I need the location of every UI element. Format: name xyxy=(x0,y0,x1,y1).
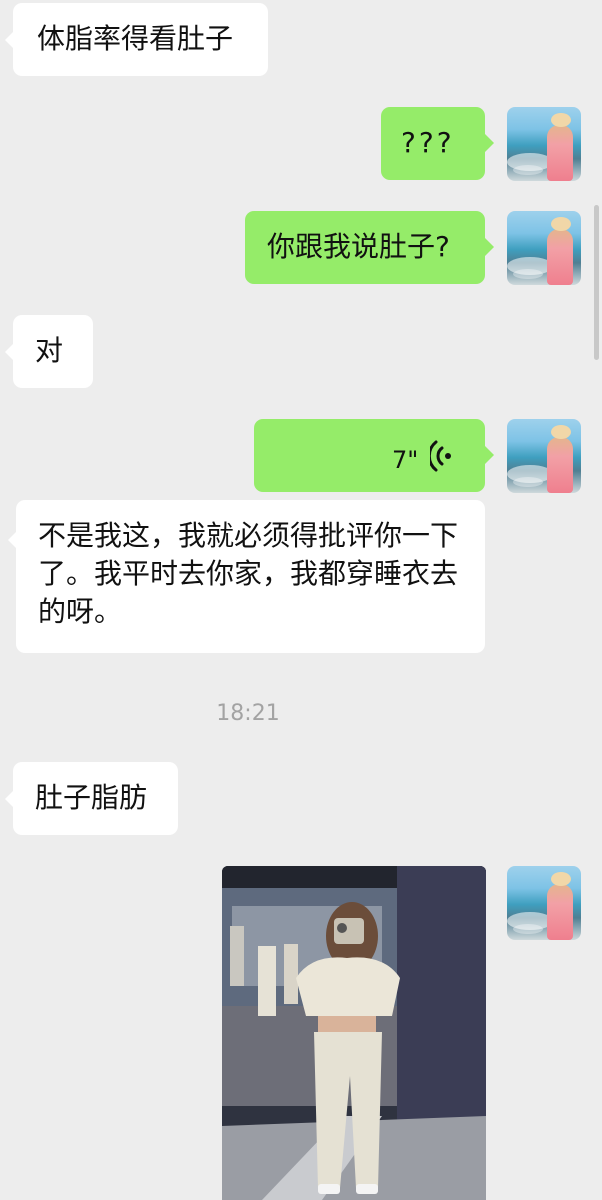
message-bubble-incoming[interactable]: 肚子脂肪 xyxy=(13,762,178,835)
bubble-tail xyxy=(5,790,14,808)
message-bubble-outgoing[interactable]: 你跟我说肚子? xyxy=(245,211,485,284)
bubble-tail xyxy=(485,134,494,152)
message-bubble-incoming[interactable]: 体脂率得看肚子 xyxy=(13,3,268,76)
message-bubble-incoming[interactable]: 不是我这，我就必须得批评你一下了。我平时去你家，我都穿睡衣去的呀。 xyxy=(16,500,485,653)
message-text: 肚子脂肪 xyxy=(35,781,148,814)
voice-wave-icon xyxy=(427,439,462,473)
message-text: 不是我这，我就必须得批评你一下了。我平时去你家，我都穿睡衣去的呀。 xyxy=(38,519,459,628)
message-bubble-outgoing[interactable]: ??? xyxy=(381,107,485,180)
bubble-tail xyxy=(8,531,17,549)
message-text: ??? xyxy=(401,126,455,159)
timestamp: 18:21 xyxy=(216,701,280,726)
bubble-tail xyxy=(485,446,494,464)
user-avatar[interactable] xyxy=(507,107,581,181)
scrollbar[interactable] xyxy=(594,205,599,360)
message-text: 你跟我说肚子? xyxy=(267,230,450,263)
voice-duration: 7" xyxy=(392,446,419,474)
message-text: 对 xyxy=(35,334,64,367)
message-bubble-incoming[interactable]: 对 xyxy=(13,315,93,388)
user-avatar[interactable] xyxy=(507,419,581,493)
user-avatar[interactable] xyxy=(507,211,581,285)
voice-message-bubble[interactable]: 7" xyxy=(254,419,485,492)
bubble-tail xyxy=(5,343,14,361)
bubble-tail xyxy=(5,31,14,49)
mirror-selfie-photo[interactable] xyxy=(222,866,486,1200)
bubble-tail xyxy=(485,238,494,256)
message-text: 体脂率得看肚子 xyxy=(37,22,234,55)
user-avatar[interactable] xyxy=(507,866,581,940)
